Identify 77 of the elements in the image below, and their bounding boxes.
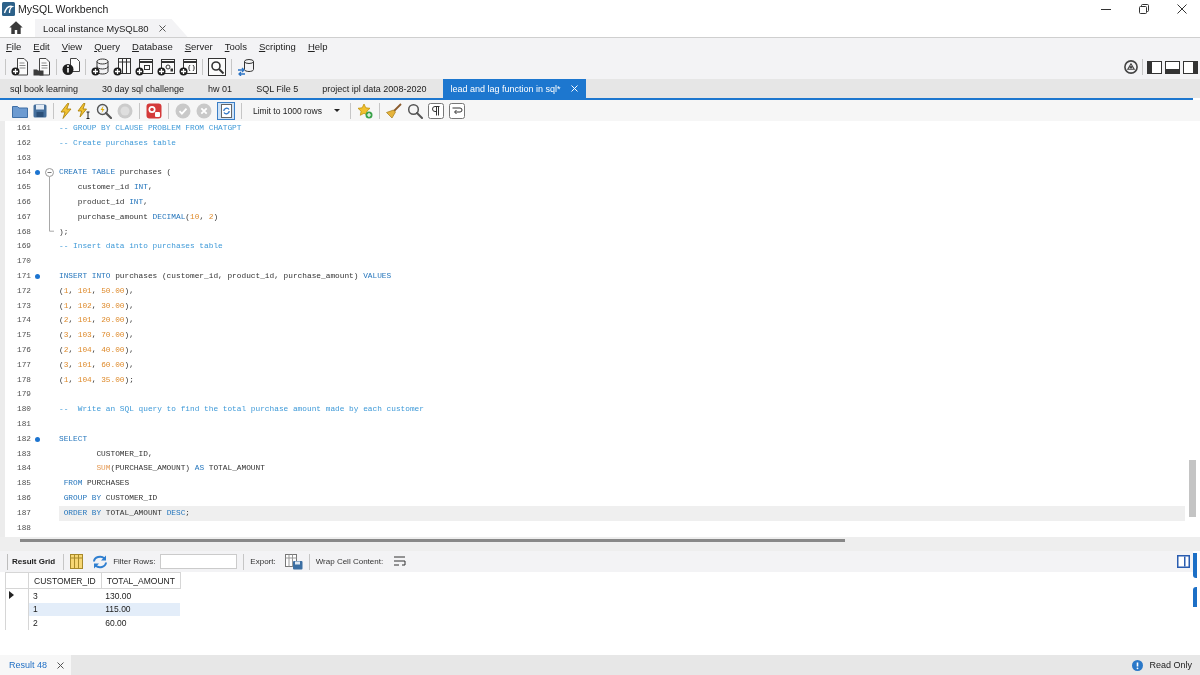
- refresh-icon[interactable]: [92, 554, 109, 569]
- info-icon: [1132, 659, 1144, 671]
- row-limit-dropdown[interactable]: Limit to 1000 rows: [248, 105, 344, 116]
- wrap-label: Wrap Cell Content:: [315, 557, 384, 566]
- panel-toggle-icon[interactable]: [1183, 60, 1198, 74]
- editor-tab[interactable]: sql book learning: [3, 79, 96, 98]
- database-arrows-icon[interactable]: [237, 58, 255, 76]
- fold-guide-line: [48, 177, 54, 232]
- status-text: Read Only: [1149, 660, 1192, 670]
- database-plus-icon[interactable]: [91, 58, 109, 76]
- minimize-icon[interactable]: [1101, 8, 1111, 10]
- sidebar-toggle-icon[interactable]: [1177, 555, 1190, 568]
- menu-item[interactable]: Server: [184, 41, 213, 52]
- caret-icon: [334, 109, 340, 112]
- lightning-cursor-icon[interactable]: [77, 102, 91, 119]
- table-cell: 2: [28, 616, 102, 630]
- editor-tab[interactable]: hw 01: [201, 79, 250, 98]
- magnifier-icon[interactable]: [96, 102, 112, 119]
- panel-toggle-icon[interactable]: [1147, 60, 1162, 74]
- window-brackets-plus-icon[interactable]: [179, 58, 197, 76]
- menu-item[interactable]: File: [6, 41, 22, 52]
- table-cell: 3: [28, 588, 102, 603]
- table-cell: 130.00: [101, 588, 181, 603]
- circle-square-tile-icon[interactable]: [146, 102, 162, 119]
- table-cell: 1: [28, 602, 102, 616]
- menu-item[interactable]: Help: [307, 41, 328, 52]
- window-shapes-plus-icon[interactable]: [157, 58, 175, 76]
- editor-tab[interactable]: project ipl data 2008-2020: [315, 79, 444, 98]
- panel-toggle-icon[interactable]: [1165, 60, 1180, 74]
- editor-tab[interactable]: SQL File 5: [249, 79, 316, 98]
- document-info-icon[interactable]: [62, 58, 80, 76]
- column-header[interactable]: CUSTOMER_ID: [28, 572, 102, 589]
- document-plus-icon[interactable]: [11, 58, 29, 76]
- close-icon[interactable]: [158, 24, 166, 32]
- menu-item[interactable]: Edit: [33, 41, 50, 52]
- connection-tab[interactable]: Local instance MySQL80: [35, 19, 188, 37]
- pilcrow-icon[interactable]: [428, 102, 444, 119]
- menu-item[interactable]: View: [61, 41, 83, 52]
- menu-item[interactable]: Database: [132, 41, 173, 52]
- menu-item[interactable]: Scripting: [258, 41, 296, 52]
- editor-tab[interactable]: lead and lag function in sql*: [443, 79, 586, 98]
- export-icon[interactable]: [284, 553, 303, 570]
- wrap-icon[interactable]: [449, 102, 465, 119]
- scrollbar-thumb[interactable]: [20, 539, 845, 542]
- star-plus-icon[interactable]: [357, 102, 373, 119]
- menu-item[interactable]: Query: [94, 41, 121, 52]
- filter-label: Filter Rows:: [113, 557, 156, 566]
- magnifier-box-icon[interactable]: [208, 58, 226, 76]
- save-icon[interactable]: [33, 103, 47, 118]
- scrollbar-thumb[interactable]: [1189, 460, 1196, 517]
- page-cycle-icon: [219, 103, 233, 118]
- grid-columns-icon[interactable]: [70, 554, 84, 569]
- ring-icon[interactable]: [1124, 60, 1138, 74]
- home-icon[interactable]: [9, 21, 23, 34]
- table-cell: 60.00: [101, 616, 181, 630]
- table-cell: 115.00: [101, 602, 181, 616]
- lightning-icon[interactable]: [60, 102, 72, 119]
- document-folder-icon[interactable]: [33, 58, 51, 76]
- filter-rows-field[interactable]: [160, 554, 238, 569]
- wrap-text-icon[interactable]: [394, 555, 407, 568]
- restore-icon[interactable]: [1139, 4, 1149, 14]
- fold-toggle-icon[interactable]: [44, 168, 54, 178]
- close-icon[interactable]: [57, 661, 65, 669]
- window-plus-icon[interactable]: [135, 58, 153, 76]
- search-icon[interactable]: [407, 102, 423, 119]
- table-plus-icon[interactable]: [113, 58, 131, 76]
- folder-icon[interactable]: [12, 103, 28, 118]
- window-title: MySQL Workbench: [18, 3, 109, 15]
- result-grid-button[interactable]: Result Grid: [7, 553, 58, 570]
- column-header[interactable]: TOTAL_AMOUNT: [101, 572, 181, 589]
- export-label: Export:: [250, 557, 276, 566]
- menu-item[interactable]: Tools: [224, 41, 247, 52]
- result-tab[interactable]: Result 48: [0, 655, 72, 675]
- autocommit-button[interactable]: [217, 101, 235, 120]
- close-icon[interactable]: [1177, 4, 1187, 14]
- broom-icon[interactable]: [386, 102, 402, 119]
- editor-tab[interactable]: 30 day sql challenge: [95, 79, 202, 98]
